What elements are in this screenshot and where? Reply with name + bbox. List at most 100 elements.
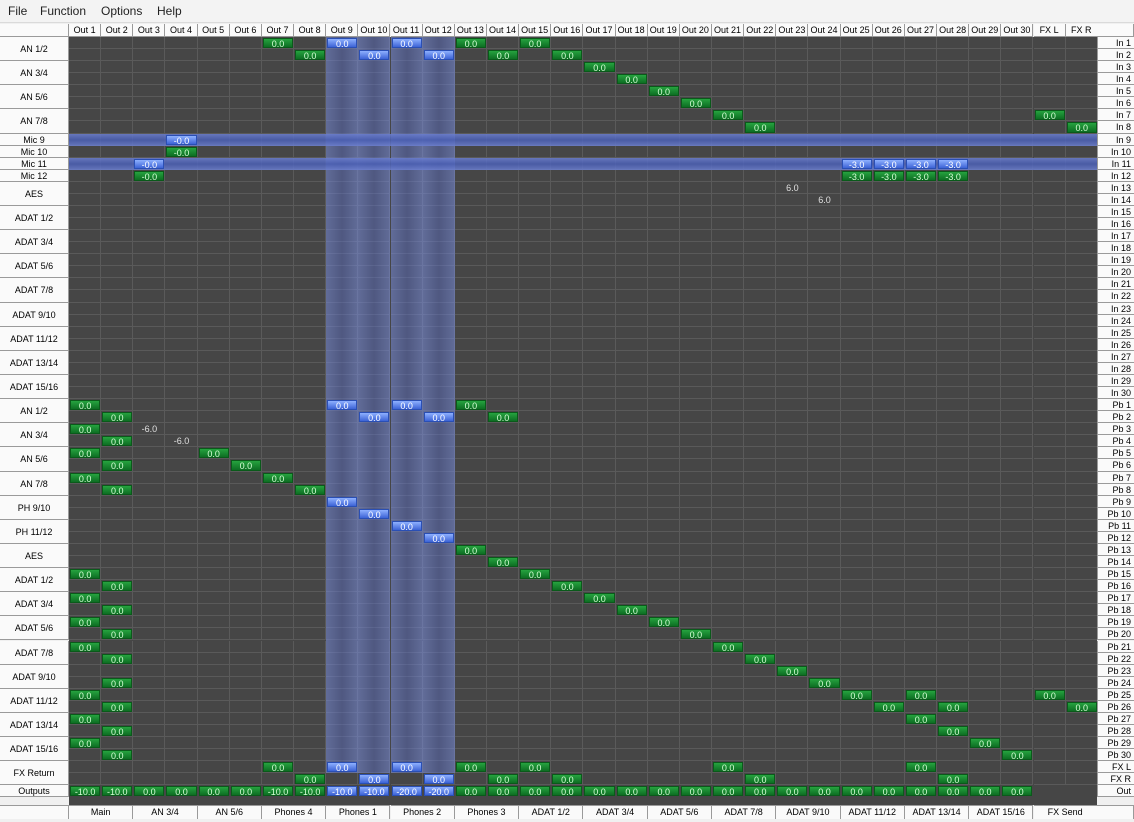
matrix-cell[interactable]	[776, 193, 809, 206]
matrix-cell[interactable]	[229, 712, 262, 725]
gain-value[interactable]: 0.0	[552, 50, 583, 61]
matrix-cell[interactable]	[840, 712, 873, 725]
matrix-cell[interactable]	[454, 133, 487, 146]
matrix-cell[interactable]	[679, 326, 712, 339]
matrix-cell[interactable]	[840, 314, 873, 327]
matrix-cell[interactable]	[1033, 338, 1066, 351]
matrix-cell[interactable]	[840, 266, 873, 279]
matrix-cell[interactable]	[840, 387, 873, 400]
matrix-cell[interactable]	[486, 652, 520, 665]
matrix-cell[interactable]	[1065, 664, 1098, 677]
matrix-cell[interactable]	[261, 290, 295, 303]
matrix-cell[interactable]	[615, 531, 648, 544]
gain-value[interactable]: 0.0	[102, 677, 133, 688]
matrix-cell[interactable]	[294, 459, 327, 472]
matrix-cell[interactable]	[872, 435, 905, 448]
matrix-cell[interactable]	[1033, 568, 1066, 581]
gain-value[interactable]: 0.0	[102, 412, 133, 423]
gain-value[interactable]: 0.0	[777, 665, 808, 676]
matrix-cell[interactable]	[937, 471, 970, 484]
matrix-cell[interactable]	[1001, 495, 1034, 508]
matrix-cell[interactable]	[1001, 230, 1034, 243]
matrix-cell[interactable]	[551, 459, 584, 472]
matrix-cell[interactable]	[1033, 459, 1066, 472]
matrix-cell[interactable]	[904, 483, 938, 496]
matrix-cell[interactable]	[904, 507, 938, 520]
matrix-cell[interactable]	[808, 133, 841, 146]
matrix-cell[interactable]	[904, 495, 938, 508]
matrix-cell[interactable]	[261, 85, 295, 98]
matrix-cell[interactable]	[647, 604, 680, 617]
matrix-cell[interactable]	[744, 592, 777, 605]
matrix-cell[interactable]	[969, 749, 1002, 762]
matrix-cell[interactable]	[1001, 242, 1034, 255]
matrix-cell[interactable]	[679, 374, 712, 388]
matrix-cell[interactable]	[390, 61, 423, 74]
matrix-cell[interactable]	[133, 507, 166, 520]
matrix-cell[interactable]	[1033, 399, 1066, 412]
matrix-cell[interactable]	[454, 121, 487, 134]
matrix-cell[interactable]	[647, 314, 680, 327]
matrix-cell[interactable]	[904, 205, 938, 219]
matrix-cell[interactable]	[454, 362, 487, 375]
matrix-cell[interactable]	[1001, 85, 1034, 98]
gain-value[interactable]: 0.0	[1066, 122, 1097, 133]
matrix-cell[interactable]	[679, 230, 712, 243]
matrix-cell[interactable]	[486, 314, 520, 327]
matrix-cell[interactable]	[969, 387, 1002, 400]
output-header-20[interactable]: Out 20	[679, 24, 712, 37]
matrix-cell[interactable]	[101, 278, 134, 291]
gain-value[interactable]: 0.0	[713, 641, 744, 652]
matrix-cell[interactable]	[583, 362, 616, 375]
matrix-cell[interactable]	[1065, 218, 1098, 231]
matrix-cell[interactable]	[583, 374, 616, 388]
gain-value[interactable]: 0.0	[359, 412, 390, 423]
matrix-cell[interactable]	[229, 133, 262, 146]
matrix-cell[interactable]	[615, 580, 648, 593]
gain-value[interactable]: -3.0	[873, 158, 904, 169]
matrix-cell[interactable]	[229, 676, 262, 689]
matrix-cell[interactable]	[904, 314, 938, 327]
matrix-cell[interactable]	[133, 652, 166, 665]
matrix-cell[interactable]	[615, 688, 648, 701]
matrix-cell[interactable]	[1001, 700, 1034, 713]
matrix-cell[interactable]	[133, 761, 166, 774]
matrix-cell[interactable]	[390, 266, 423, 279]
matrix-cell[interactable]	[679, 773, 712, 786]
matrix-cell[interactable]	[776, 616, 809, 629]
gain-value[interactable]: 0.0	[552, 581, 583, 592]
matrix-cell[interactable]	[133, 374, 166, 388]
matrix-cell[interactable]	[69, 749, 102, 762]
matrix-cell[interactable]	[261, 652, 295, 665]
matrix-cell[interactable]	[551, 507, 584, 520]
matrix-cell[interactable]	[165, 652, 198, 665]
matrix-cell[interactable]	[808, 387, 841, 400]
matrix-cell[interactable]	[840, 616, 873, 629]
matrix-cell[interactable]	[1033, 640, 1066, 653]
matrix-cell[interactable]	[326, 773, 359, 786]
matrix-cell[interactable]	[229, 507, 262, 520]
matrix-cell[interactable]	[519, 73, 552, 86]
matrix-cell[interactable]	[712, 700, 745, 713]
matrix-cell[interactable]	[390, 737, 423, 750]
matrix-cell[interactable]	[615, 676, 648, 689]
matrix-cell[interactable]	[1001, 664, 1034, 677]
matrix-cell[interactable]	[615, 49, 648, 62]
gain-value[interactable]: 0.0	[616, 74, 647, 85]
matrix-cell[interactable]	[390, 218, 423, 231]
matrix-cell[interactable]	[744, 326, 777, 339]
matrix-cell[interactable]	[1065, 737, 1098, 750]
matrix-cell[interactable]	[1065, 423, 1098, 436]
matrix-cell[interactable]	[744, 37, 777, 50]
matrix-cell[interactable]	[1001, 387, 1034, 400]
matrix-cell[interactable]	[486, 181, 520, 194]
matrix-cell[interactable]	[583, 519, 616, 532]
gain-value[interactable]: 0.0	[70, 569, 101, 580]
matrix-cell[interactable]	[744, 97, 777, 110]
matrix-cell[interactable]	[519, 543, 552, 556]
matrix-cell[interactable]	[1065, 362, 1098, 375]
matrix-cell[interactable]	[712, 350, 745, 363]
matrix-cell[interactable]	[261, 218, 295, 231]
matrix-cell[interactable]	[744, 266, 777, 279]
matrix-cell[interactable]	[647, 761, 680, 774]
